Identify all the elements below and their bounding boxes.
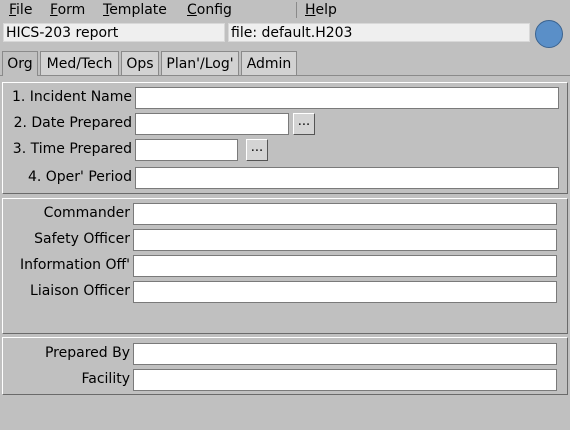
- oper-period-input[interactable]: [135, 167, 559, 189]
- date-picker-button[interactable]: ...: [293, 113, 315, 135]
- file-name-field: file: default.H203: [228, 23, 530, 42]
- menu-template[interactable]: Template: [103, 1, 167, 19]
- tab-ops[interactable]: Ops: [121, 51, 159, 75]
- tab-plan-log[interactable]: Plan'/Log': [161, 51, 239, 75]
- oper-period-label: 4. Oper' Period: [27, 169, 132, 185]
- information-officer-label: Information Off': [19, 257, 130, 273]
- menu-separator: [296, 2, 297, 18]
- status-indicator-icon: [535, 20, 563, 48]
- facility-label: Facility: [81, 371, 131, 387]
- time-prepared-input[interactable]: [135, 139, 238, 161]
- tab-med-tech[interactable]: Med/Tech: [40, 51, 119, 75]
- commander-input[interactable]: [133, 203, 557, 225]
- menu-file[interactable]: File: [9, 1, 32, 19]
- liaison-officer-label: Liaison Officer: [30, 283, 130, 299]
- liaison-officer-input[interactable]: [133, 281, 557, 303]
- facility-input[interactable]: [133, 369, 557, 391]
- menu-form[interactable]: Form: [50, 1, 85, 19]
- time-prepared-label: 3. Time Prepared: [12, 141, 132, 157]
- menu-config[interactable]: Config: [187, 1, 232, 19]
- prepared-by-label: Prepared By: [44, 345, 130, 361]
- menu-help[interactable]: Help: [305, 1, 337, 19]
- date-prepared-input[interactable]: [135, 113, 289, 135]
- menu-bar: File Form Template Config Help: [0, 0, 570, 20]
- report-title-field: HICS-203 report: [3, 23, 225, 42]
- date-prepared-label: 2. Date Prepared: [13, 115, 132, 131]
- incident-name-input[interactable]: [135, 87, 559, 109]
- commander-label: Commander: [43, 205, 130, 221]
- safety-officer-input[interactable]: [133, 229, 557, 251]
- incident-name-label: 1. Incident Name: [11, 89, 132, 105]
- prepared-by-input[interactable]: [133, 343, 557, 365]
- tab-org[interactable]: Org: [2, 51, 38, 76]
- time-picker-button[interactable]: ...: [246, 139, 268, 161]
- tab-admin[interactable]: Admin: [241, 51, 297, 75]
- safety-officer-label: Safety Officer: [34, 231, 130, 247]
- information-officer-input[interactable]: [133, 255, 557, 277]
